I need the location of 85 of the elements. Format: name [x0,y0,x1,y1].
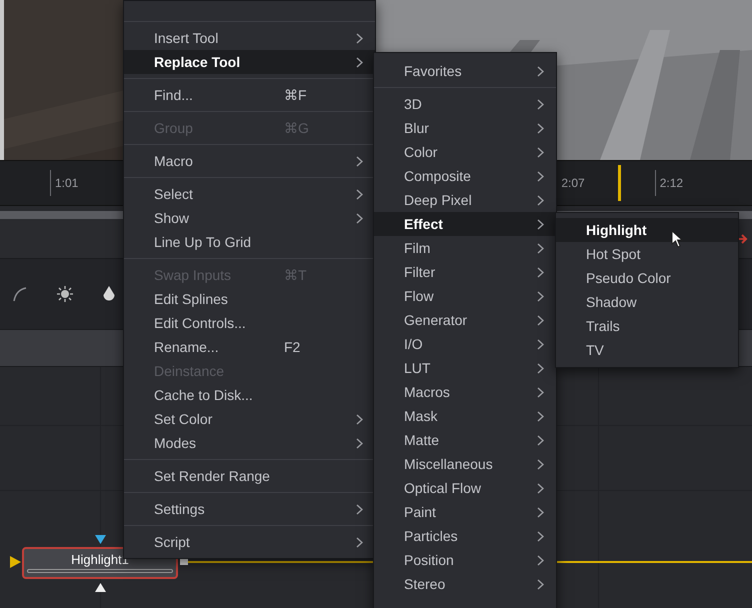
menu-item[interactable]: Hot Spot [556,242,738,266]
menu-item[interactable]: Pseudo Color [556,266,738,290]
playhead[interactable] [618,165,622,201]
menu-item[interactable]: Mask [374,404,556,428]
menu-item[interactable]: 3D [374,92,556,116]
chevron-right-icon [356,504,363,514]
menu-item[interactable]: Color [374,140,556,164]
chevron-right-icon [537,122,544,134]
chevron-right-icon [537,146,544,158]
menu-item[interactable]: Settings [124,497,375,521]
triangle-icon[interactable] [95,583,106,592]
triangle-icon[interactable] [95,535,106,544]
menu-item[interactable]: Highlight [556,218,738,242]
menu-item[interactable]: Edit Controls... [124,311,375,335]
menu-item[interactable]: Select [124,182,375,206]
menu-item[interactable]: Miscellaneous [374,452,556,476]
chevron-right-icon [356,156,363,166]
chevron-right-icon [537,458,544,470]
timecode-label: 2:12 [654,170,684,196]
chevron-right-icon [537,410,544,422]
menu-item[interactable]: Macro [124,149,375,173]
chevron-right-icon [537,314,544,326]
menu-item[interactable]: I/O [374,332,556,356]
chevron-right-icon [356,188,363,200]
chevron-right-icon [537,266,544,278]
brightness-icon[interactable] [56,285,74,303]
chevron-right-icon [537,386,544,398]
chevron-right-icon [537,290,544,302]
menu-item[interactable]: Composite [374,164,556,188]
chevron-right-icon [356,414,363,424]
menu-item[interactable]: Modes [124,431,375,455]
chevron-right-icon [537,434,544,446]
menu-item[interactable]: Find... ⌘F [124,83,375,107]
chevron-right-icon [537,338,544,350]
chevron-right-icon [537,242,544,254]
chevron-right-icon [356,536,363,548]
chevron-right-icon [537,554,544,566]
menu-item[interactable]: Filter [374,260,556,284]
drop-icon[interactable] [102,285,116,303]
menu-item[interactable]: Stereo [374,572,556,596]
chevron-right-icon [356,56,363,68]
chevron-right-icon [537,482,544,494]
menu-item[interactable]: Generator [374,308,556,332]
menu-item[interactable]: Rename... F2 [124,335,375,359]
curve-icon[interactable] [12,286,28,302]
menu-item[interactable]: Replace Tool [124,50,375,74]
menu-item[interactable]: Effect [374,212,556,236]
menu-item[interactable]: Trails [556,314,738,338]
chevron-right-icon [537,530,544,542]
chevron-right-icon [537,66,544,76]
menu-item[interactable]: Paint [374,500,556,524]
menu-item[interactable]: Position [374,548,556,572]
menu-item[interactable]: TV [556,338,738,362]
chevron-right-icon [537,362,544,374]
pointer-icon [671,230,683,248]
chevron-right-icon [537,506,544,518]
chevron-right-icon [356,438,363,448]
menu-item[interactable]: Particles [374,524,556,548]
menu-item[interactable]: Blur [374,116,556,140]
menu-item[interactable]: Set Render Range [124,464,375,488]
chevron-right-icon [356,32,363,44]
chevron-right-icon [537,98,544,110]
menu-item[interactable]: Show [124,206,375,230]
chevron-right-icon [537,194,544,206]
menu-item[interactable]: LUT [374,356,556,380]
chevron-right-icon [356,212,363,224]
menu-item[interactable]: Cache to Disk... [124,383,375,407]
menu-item[interactable]: Shadow [556,290,738,314]
chevron-right-icon [537,170,544,182]
menu-item[interactable]: Set Color [124,407,375,431]
menu-item[interactable]: Optical Flow [374,476,556,500]
input-triangle-icon[interactable] [10,556,21,568]
menu-item[interactable]: Deep Pixel [374,188,556,212]
menu-item[interactable]: Insert Tool [124,26,375,50]
menu-item[interactable]: Film [374,236,556,260]
chevron-right-icon [537,578,544,590]
menu-item[interactable]: Macros [374,380,556,404]
timecode-label: 1:01 [50,170,78,196]
menu-item[interactable]: Line Up To Grid [124,230,375,254]
menu-item[interactable]: Matte [374,428,556,452]
menu-item[interactable]: Edit Splines [124,287,375,311]
chevron-right-icon [537,218,544,230]
menu-item[interactable]: Flow [374,284,556,308]
arrow-icon[interactable] [736,232,748,244]
menu-item[interactable]: Favorites [374,59,556,83]
